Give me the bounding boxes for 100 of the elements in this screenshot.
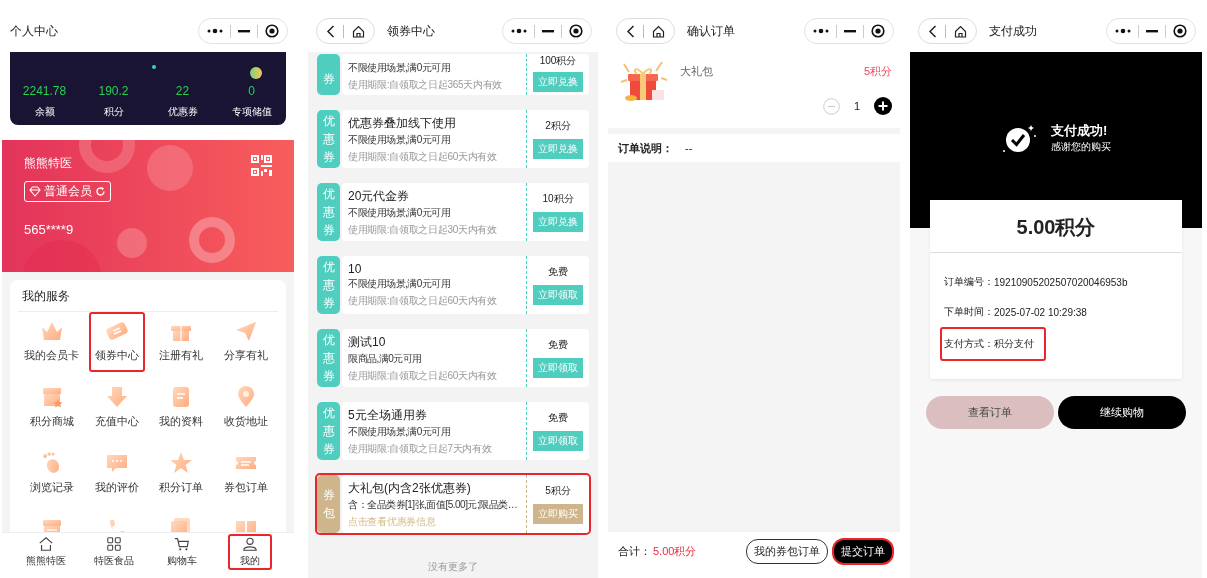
coupon-price: 5积分 <box>545 484 571 498</box>
coupon-note: 点击查看优惠券信息 <box>348 514 437 529</box>
stat-value: 0 <box>248 84 255 98</box>
service-item[interactable]: 分享有礼 <box>217 312 274 372</box>
back-icon[interactable] <box>928 24 937 38</box>
orders-button[interactable]: 我的券包订单 <box>746 538 828 564</box>
detail-value: 19210905202507020046953b <box>994 276 1128 288</box>
refresh-icon <box>95 186 106 197</box>
stat-value: 190.2 <box>98 84 129 98</box>
coupon-title: 大礼包(内含2张优惠券) <box>348 479 472 497</box>
stat-value: 22 <box>175 84 190 98</box>
coupon-note: 使用期限:自领取之日起60天内有效 <box>348 149 498 164</box>
more-icon[interactable] <box>511 28 527 34</box>
home-icon[interactable] <box>652 24 665 38</box>
qr-code-icon[interactable] <box>251 155 272 176</box>
back-icon[interactable] <box>326 24 335 38</box>
total-label: 合计： <box>618 543 651 559</box>
close-icon[interactable] <box>265 24 279 38</box>
minimize-icon[interactable] <box>542 29 554 33</box>
coupon-condition: 不限使用场景,满0元可用 <box>348 277 452 291</box>
back-icon[interactable] <box>626 24 635 38</box>
coupon-title: 优惠券叠加线下使用 <box>348 114 457 132</box>
submit-button[interactable]: 提交订单 <box>832 537 894 565</box>
note-label: 订单说明： <box>618 140 673 156</box>
service-item[interactable]: 我的资料 <box>153 378 210 438</box>
view-order-button[interactable]: 查看订单 <box>926 396 1054 429</box>
ball-icon <box>250 67 262 79</box>
tab-item[interactable]: 我的 <box>228 534 272 570</box>
service-item[interactable]: 我的评价 <box>89 444 146 504</box>
tab-item[interactable]: 特医食品 <box>92 534 136 570</box>
minimize-icon[interactable] <box>1146 29 1158 33</box>
coupon-price: 免费 <box>548 265 568 279</box>
service-item[interactable]: 浏览记录 <box>22 444 81 504</box>
service-item[interactable]: 积分商城 <box>22 378 81 438</box>
cart-icon <box>173 536 191 552</box>
coupon-note: 使用期限:自领取之日起60天内有效 <box>348 294 498 308</box>
total-value: 5.00积分 <box>653 543 698 559</box>
close-icon[interactable] <box>1173 24 1187 38</box>
home-icon <box>37 536 55 552</box>
service-item[interactable]: 积分订单 <box>153 444 210 504</box>
stat-label: 积分 <box>103 105 124 119</box>
coupon-note: 使用期限:自领取之日起7天内有效 <box>348 441 493 456</box>
tab-item[interactable]: 熊熊特医 <box>24 534 68 570</box>
coupon-price: 100积分 <box>539 54 577 68</box>
success-subtitle: 感谢您的购买 <box>1051 140 1111 154</box>
page-title: 确认订单 <box>687 23 736 40</box>
coupon-tag: 券 <box>317 54 340 95</box>
continue-shopping-button[interactable]: 继续购物 <box>1058 396 1186 429</box>
plus-icon[interactable] <box>874 97 892 115</box>
stat-label: 专项储值 <box>231 105 272 119</box>
phone-number: 565****9 <box>24 222 75 237</box>
more-icon[interactable] <box>207 28 223 34</box>
home-icon[interactable] <box>352 24 365 38</box>
quantity-value: 1 <box>853 100 860 112</box>
coupon-title: 5元全场通用券 <box>348 406 428 424</box>
service-item[interactable]: 领券中心 <box>89 312 146 372</box>
detail-label: 下单时间： <box>944 305 994 319</box>
dot-icon <box>152 65 156 69</box>
more-icon[interactable] <box>1115 28 1131 34</box>
coupon-tag: 优惠券 <box>317 183 340 241</box>
more-icon[interactable] <box>813 28 829 34</box>
service-item[interactable]: 注册有礼 <box>153 312 210 372</box>
detail-label: 支付方式： <box>944 337 994 351</box>
coupon-price: 10积分 <box>542 192 574 206</box>
stat-label: 优惠券 <box>167 105 198 119</box>
service-item[interactable]: 我的会员卡 <box>22 312 81 372</box>
service-item[interactable]: 券包订单 <box>217 444 274 504</box>
detail-value: 2025-07-02 10:29:38 <box>994 306 1087 318</box>
minimize-icon[interactable] <box>238 29 250 33</box>
detail-label: 订单编号： <box>944 275 994 289</box>
note-value: -- <box>685 142 693 154</box>
coupon-condition: 不限使用场景,满0元可用 <box>348 132 452 147</box>
page-title: 支付成功 <box>989 23 1038 40</box>
coupon-tag: 优惠券 <box>317 110 340 168</box>
coupon-price: 免费 <box>548 411 568 425</box>
close-icon[interactable] <box>569 24 583 38</box>
coupon-title: 20元代金券 <box>348 187 411 205</box>
service-item[interactable]: 收货地址 <box>217 378 274 438</box>
coupon-condition: 不限使用场景,满0元可用 <box>348 424 452 439</box>
page-title: 领券中心 <box>387 23 436 40</box>
coupon-tag: 优惠券 <box>317 402 340 460</box>
close-icon[interactable] <box>871 24 885 38</box>
home-icon[interactable] <box>954 24 967 38</box>
coupon-condition: 不限使用场景,满0元可用 <box>348 205 452 220</box>
minimize-icon[interactable] <box>844 29 856 33</box>
coupon-tag: 券包 <box>317 475 340 533</box>
coupon-tag: 优惠券 <box>317 256 340 314</box>
product-price: 5积分 <box>863 64 892 79</box>
coupon-price: 免费 <box>548 338 568 352</box>
section-title: 我的服务 <box>21 288 71 305</box>
grid-icon <box>105 536 123 552</box>
service-item[interactable]: 充值中心 <box>89 378 146 438</box>
tab-item[interactable]: 购物车 <box>160 534 204 570</box>
detail-value: 积分支付 <box>994 337 1034 351</box>
member-level-badge: 普通会员 <box>24 181 111 202</box>
product-name: 大礼包 <box>680 64 713 79</box>
stat-value: 2241.78 <box>22 84 67 98</box>
coupon-title: 测试10 <box>348 333 387 351</box>
coupon-note: 使用期限:自领取之日起30天内有效 <box>348 222 498 237</box>
page-title: 个人中心 <box>10 23 59 40</box>
